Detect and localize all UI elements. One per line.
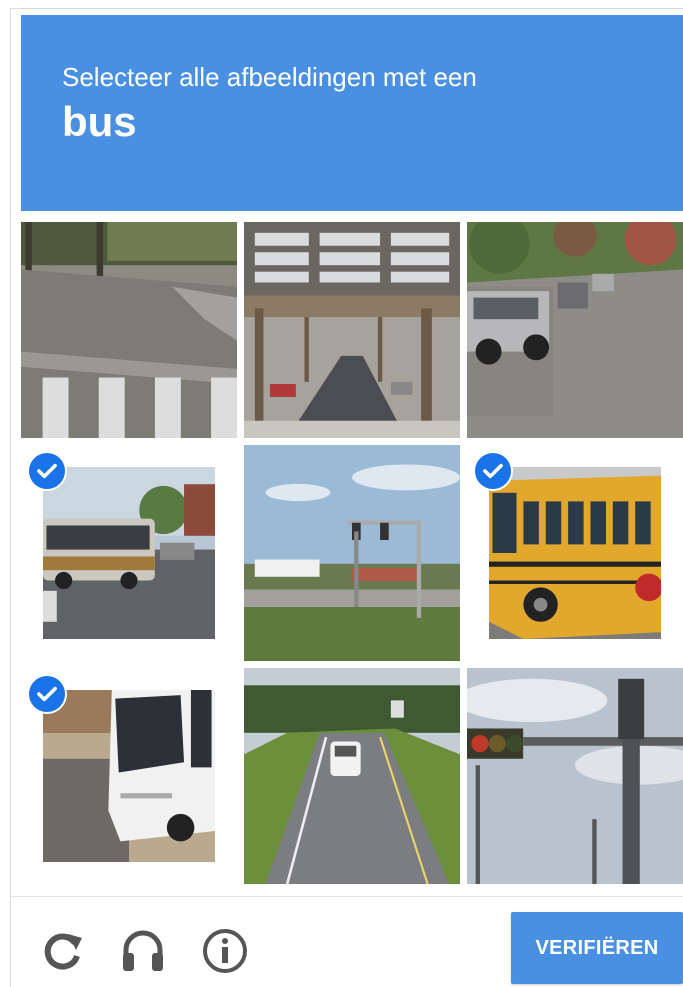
image-tile-7[interactable]: [21, 668, 237, 884]
tile-image-traffic-light-pole: [244, 445, 460, 661]
image-tile-6[interactable]: [467, 445, 683, 661]
tile-image-yellow-school-bus: [489, 467, 661, 639]
reload-icon[interactable]: [38, 926, 88, 976]
image-tile-5[interactable]: [244, 445, 460, 661]
image-tile-8[interactable]: [244, 668, 460, 884]
image-tile-4[interactable]: [21, 445, 237, 661]
challenge-header: Selecteer alle afbeeldingen met een bus: [21, 15, 683, 211]
check-icon: [27, 451, 67, 491]
tile-image-highway-white-car: [244, 668, 460, 884]
image-tile-9[interactable]: [467, 668, 683, 884]
tile-image-elevated-railway-street: [244, 222, 460, 438]
challenge-target: bus: [62, 98, 137, 145]
image-tile-1[interactable]: [21, 222, 237, 438]
tile-image-suv-parked-street: [467, 222, 683, 438]
headphones-icon[interactable]: [118, 926, 168, 976]
tile-image-white-coach-bus: [43, 690, 215, 862]
check-icon: [27, 674, 67, 714]
check-icon: [473, 451, 513, 491]
footer-divider: [11, 896, 683, 897]
info-icon[interactable]: [200, 926, 250, 976]
verify-button[interactable]: VERIFIËREN: [511, 912, 683, 984]
image-tile-2[interactable]: [244, 222, 460, 438]
tile-image-traffic-light-sky: [467, 668, 683, 884]
tile-image-articulated-bus: [43, 467, 215, 639]
challenge-prompt: Selecteer alle afbeeldingen met een: [62, 62, 477, 92]
image-tile-3[interactable]: [467, 222, 683, 438]
image-grid: [21, 222, 683, 884]
tile-image-crosswalk-road: [21, 222, 237, 438]
